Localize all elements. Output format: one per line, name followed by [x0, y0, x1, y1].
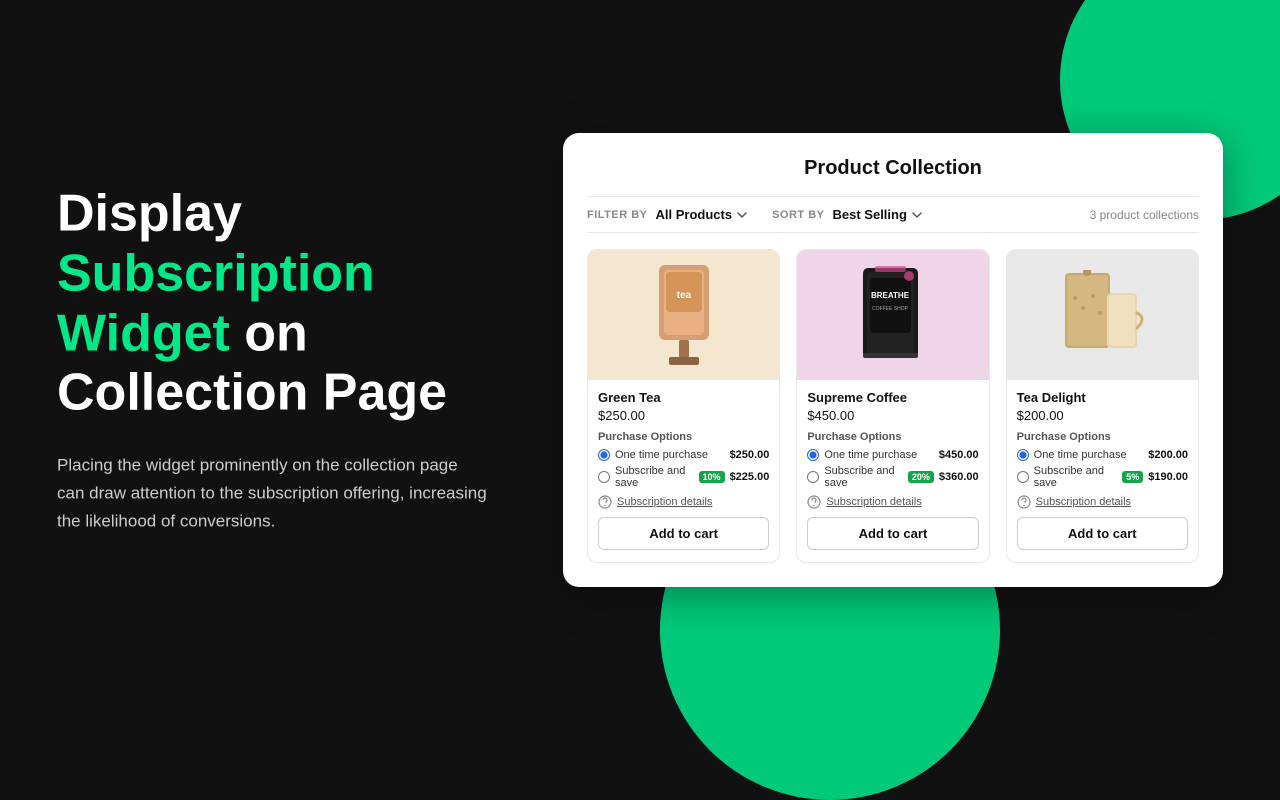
sort-chevron-icon	[911, 209, 923, 221]
option-price-one-time-0: $250.00	[730, 449, 770, 461]
subscription-icon-2	[1017, 495, 1031, 509]
option-label-subscribe-1: Subscribe and save	[824, 465, 901, 489]
product-image-supreme-coffee: BREATHE COFFEE SHOP	[797, 250, 988, 380]
option-price-one-time-1: $450.00	[939, 449, 979, 461]
sub-details-text-2: Subscription details	[1036, 496, 1131, 508]
products-grid: tea Green Tea $250.00 Purchase Options O…	[587, 249, 1199, 563]
product-info-supreme-coffee: Supreme Coffee $450.00 Purchase Options …	[797, 380, 988, 562]
option-one-time-0: One time purchase $250.00	[598, 449, 769, 461]
collection-count: 3 product collections	[1090, 208, 1199, 222]
radio-one-time-1[interactable]	[807, 449, 819, 461]
green-tea-image: tea	[644, 260, 724, 370]
subscription-icon-1	[807, 495, 821, 509]
filter-by-label: FILTER BY	[587, 209, 648, 221]
option-label-one-time-0: One time purchase	[615, 449, 725, 461]
sub-details-text-0: Subscription details	[617, 496, 712, 508]
option-price-subscribe-2: $190.00	[1148, 471, 1188, 483]
sort-by-label: SORT BY	[772, 209, 824, 221]
svg-text:BREATHE: BREATHE	[871, 291, 910, 300]
filter-bar: FILTER BY All Products SORT BY Best Sell…	[587, 196, 1199, 233]
collection-card: Product Collection FILTER BY All Product…	[563, 133, 1223, 587]
purchase-options-label-1: Purchase Options	[807, 431, 978, 443]
product-card-green-tea: tea Green Tea $250.00 Purchase Options O…	[587, 249, 780, 563]
product-image-green-tea: tea	[588, 250, 779, 380]
left-panel: Display Subscription Widget on Collectio…	[57, 184, 557, 535]
product-card-tea-delight: Tea Delight $200.00 Purchase Options One…	[1006, 249, 1199, 563]
badge-1: 20%	[908, 471, 934, 483]
subscription-details-1[interactable]: Subscription details	[807, 495, 978, 509]
collection-title: Product Collection	[587, 157, 1199, 180]
radio-subscribe-2[interactable]	[1017, 471, 1029, 483]
product-name-green-tea: Green Tea	[598, 390, 769, 405]
radio-one-time-0[interactable]	[598, 449, 610, 461]
headline-teal: Subscription Widget	[57, 244, 375, 362]
option-label-subscribe-0: Subscribe and save	[615, 465, 692, 489]
product-price-green-tea: $250.00	[598, 408, 769, 423]
add-to-cart-button-0[interactable]: Add to cart	[598, 517, 769, 550]
purchase-options-label-2: Purchase Options	[1017, 431, 1188, 443]
option-label-one-time-2: One time purchase	[1034, 449, 1144, 461]
product-info-green-tea: Green Tea $250.00 Purchase Options One t…	[588, 380, 779, 562]
headline-part1: Display	[57, 184, 242, 242]
subscription-details-0[interactable]: Subscription details	[598, 495, 769, 509]
option-one-time-1: One time purchase $450.00	[807, 449, 978, 461]
option-label-one-time-1: One time purchase	[824, 449, 934, 461]
sort-value: Best Selling	[833, 207, 907, 222]
filter-value: All Products	[656, 207, 733, 222]
add-to-cart-button-2[interactable]: Add to cart	[1017, 517, 1188, 550]
radio-subscribe-0[interactable]	[598, 471, 610, 483]
option-price-subscribe-1: $360.00	[939, 471, 979, 483]
option-one-time-2: One time purchase $200.00	[1017, 449, 1188, 461]
product-name-tea-delight: Tea Delight	[1017, 390, 1188, 405]
option-label-subscribe-2: Subscribe and save	[1034, 465, 1116, 489]
option-price-one-time-2: $200.00	[1148, 449, 1188, 461]
svg-text:COFFEE SHOP: COFFEE SHOP	[873, 306, 910, 312]
radio-one-time-2[interactable]	[1017, 449, 1029, 461]
purchase-options-label-0: Purchase Options	[598, 431, 769, 443]
headline: Display Subscription Widget on Collectio…	[57, 184, 557, 423]
filter-dropdown[interactable]: All Products	[656, 207, 749, 222]
product-price-supreme-coffee: $450.00	[807, 408, 978, 423]
option-subscribe-1: Subscribe and save 20% $360.00	[807, 465, 978, 489]
product-name-supreme-coffee: Supreme Coffee	[807, 390, 978, 405]
badge-0: 10%	[699, 471, 725, 483]
option-price-subscribe-0: $225.00	[730, 471, 770, 483]
tea-delight-image	[1055, 258, 1150, 373]
option-subscribe-2: Subscribe and save 5% $190.00	[1017, 465, 1188, 489]
description-text: Placing the widget prominently on the co…	[57, 452, 487, 536]
subscription-details-2[interactable]: Subscription details	[1017, 495, 1188, 509]
product-card-supreme-coffee: BREATHE COFFEE SHOP Supreme Coffee $450.…	[796, 249, 989, 563]
svg-text:tea: tea	[676, 290, 691, 301]
radio-subscribe-1[interactable]	[807, 471, 819, 483]
add-to-cart-button-1[interactable]: Add to cart	[807, 517, 978, 550]
badge-2: 5%	[1122, 471, 1143, 483]
sub-details-text-1: Subscription details	[826, 496, 921, 508]
subscription-icon-0	[598, 495, 612, 509]
supreme-coffee-image: BREATHE COFFEE SHOP	[845, 258, 940, 373]
filter-chevron-icon	[736, 209, 748, 221]
product-image-tea-delight	[1007, 250, 1198, 380]
sort-dropdown[interactable]: Best Selling	[833, 207, 923, 222]
product-info-tea-delight: Tea Delight $200.00 Purchase Options One…	[1007, 380, 1198, 562]
option-subscribe-0: Subscribe and save 10% $225.00	[598, 465, 769, 489]
product-price-tea-delight: $200.00	[1017, 408, 1188, 423]
